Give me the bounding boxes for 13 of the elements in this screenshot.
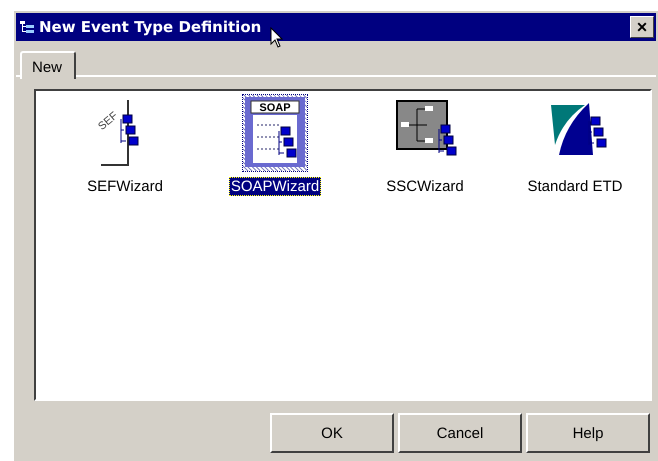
tree-icon	[20, 21, 34, 33]
tab[interactable]: New	[20, 51, 76, 79]
dialog-button[interactable]: Help	[526, 413, 650, 453]
dialog-button[interactable]: Cancel	[398, 413, 522, 453]
item-label[interactable]: SEFWizard	[85, 177, 165, 196]
item-label[interactable]: Standard ETD	[525, 177, 625, 196]
window-title: New Event Type Definition	[39, 18, 262, 36]
cursor-icon	[270, 27, 284, 49]
item-label[interactable]: SSCWizard	[384, 177, 466, 196]
close-button[interactable]: ×	[630, 16, 654, 38]
document-icon: SOAP	[243, 95, 307, 171]
item-label[interactable]: SOAPWizard	[228, 177, 322, 196]
dialog-button[interactable]: OK	[270, 413, 394, 453]
